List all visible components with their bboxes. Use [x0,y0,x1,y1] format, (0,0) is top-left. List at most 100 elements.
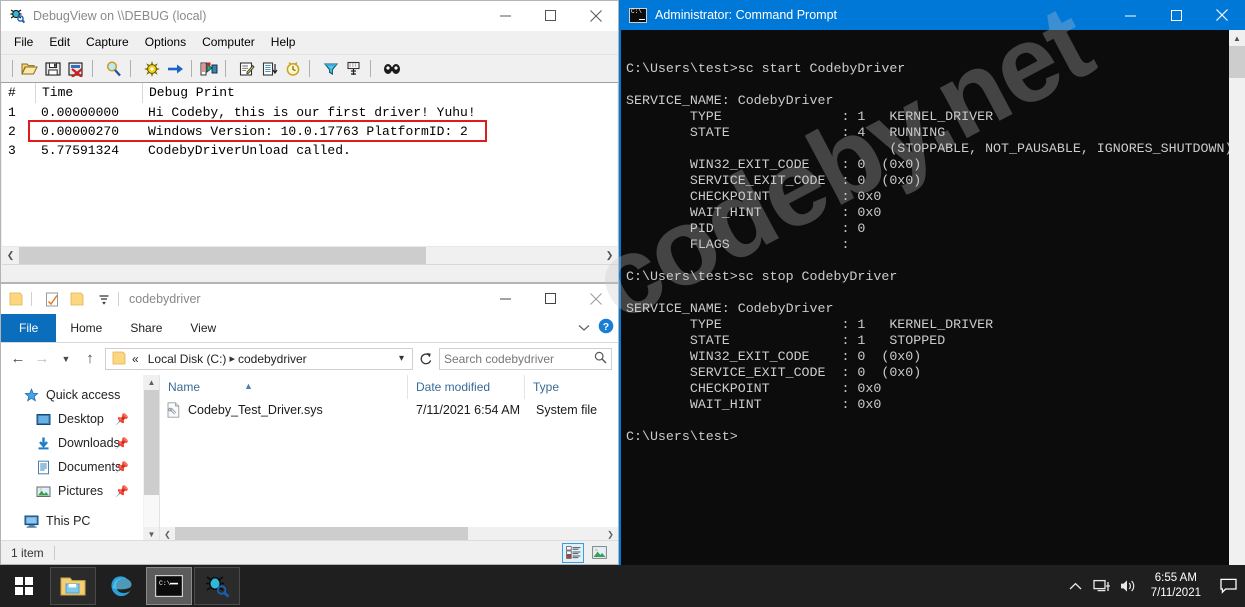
sidebar-item-documents[interactable]: Documents 📌 [1,455,143,479]
menu-edit[interactable]: Edit [41,33,78,51]
maximize-button[interactable] [528,284,573,313]
tab-file[interactable]: File [1,314,57,342]
navigation-pane-scrollbar[interactable]: ▲ ▼ [143,375,159,542]
pin-icon[interactable]: 📌 [115,485,129,498]
file-explorer-window[interactable]: codebydriver File Home Share View ? ← → … [0,283,619,565]
tab-home[interactable]: Home [56,314,116,342]
menu-help[interactable]: Help [263,33,304,51]
debugview-window-buttons[interactable] [483,1,618,30]
minimize-button[interactable] [483,1,528,30]
column-header-date-modified[interactable]: Date modified [407,375,524,399]
large-icons-view-icon[interactable] [588,543,610,563]
command-prompt-window[interactable]: Administrator: Command Prompt C:\Users\t… [619,0,1245,565]
explorer-navigation-pane[interactable]: Quick access Desktop 📌 Downloads 📌 Docum… [1,375,143,542]
breadcrumb-item-folder[interactable]: codebydriver [238,352,307,366]
menu-capture[interactable]: Capture [78,33,137,51]
scrollbar-thumb[interactable] [19,247,426,264]
minimize-button[interactable] [483,284,528,313]
search-icon[interactable] [594,351,607,367]
view-mode-buttons[interactable] [562,542,610,563]
breadcrumb[interactable]: « Local Disk (C:) ▸ codebydriver ▾ [105,347,413,370]
volume-icon[interactable] [1115,565,1141,607]
debugview-row[interactable]: 2 0.00000270 Windows Version: 10.0.17763… [2,122,617,141]
clear-window-icon[interactable] [64,57,87,80]
find-icon[interactable] [102,57,125,80]
scrollbar-track[interactable] [426,247,601,264]
menu-options[interactable]: Options [137,33,194,51]
debugview-window[interactable]: DebugView on \\DEBUG (local) File Edit C… [0,0,619,283]
sidebar-item-quick-access[interactable]: Quick access [1,383,143,407]
pin-icon[interactable]: 📌 [115,413,129,426]
network-icon[interactable] [1089,565,1115,607]
customize-dropdown-icon[interactable] [94,289,114,309]
explorer-window-buttons[interactable] [483,284,618,313]
file-list-column-headers[interactable]: Name ▲ Date modified Type [160,375,618,399]
cmd-console-output[interactable]: C:\Users\test>sc start CodebyDriver SERV… [621,30,1245,565]
save-icon[interactable] [41,57,64,80]
refresh-icon[interactable] [415,348,435,370]
system-tray[interactable]: 6:55 AM 7/11/2021 [1063,565,1245,607]
search-input[interactable]: Search codebydriver [439,347,612,370]
sidebar-item-pictures[interactable]: Pictures 📌 [1,479,143,503]
close-button[interactable] [1199,0,1245,30]
history-depth-icon[interactable] [342,57,365,80]
scroll-right-icon[interactable]: ❯ [601,247,618,264]
column-header-name[interactable]: Name ▲ [160,375,407,399]
sidebar-item-this-pc[interactable]: This PC [1,509,143,533]
open-folder-icon[interactable] [18,57,41,80]
capture-win32-icon[interactable] [140,57,163,80]
debugview-row[interactable]: 1 0.00000000 Hi Codeby, this is our firs… [2,103,617,122]
explorer-titlebar[interactable]: codebydriver [1,284,618,314]
taskbar-clock[interactable]: 6:55 AM 7/11/2021 [1141,565,1211,607]
help-icon[interactable]: ? [598,318,614,339]
debugview-taskbar-icon[interactable] [194,567,240,605]
new-folder-icon[interactable] [68,289,88,309]
sidebar-item-desktop[interactable]: Desktop 📌 [1,407,143,431]
column-header-index[interactable]: # [2,83,35,103]
menu-file[interactable]: File [6,33,41,51]
pin-icon[interactable]: 📌 [115,461,129,474]
cmd-titlebar[interactable]: Administrator: Command Prompt [621,0,1245,30]
tab-share[interactable]: Share [116,314,176,342]
file-name[interactable]: Codeby_Test_Driver.sys [186,403,408,417]
debugview-menubar[interactable]: File Edit Capture Options Computer Help [1,31,618,54]
cmd-scrollbar[interactable]: ▲ [1229,30,1245,565]
log-to-file-icon[interactable] [258,57,281,80]
explorer-file-list[interactable]: Name ▲ Date modified Type Codeby_Test_Dr… [159,375,618,542]
close-button[interactable] [573,1,618,30]
column-header-debug-print[interactable]: Debug Print [142,83,612,103]
capture-kernel-icon[interactable] [163,57,186,80]
breadcrumb-item-drive[interactable]: Local Disk (C:) [148,352,227,366]
debugview-column-headers[interactable]: # Time Debug Print [2,83,617,103]
chevron-down-icon[interactable] [578,319,590,337]
pin-icon[interactable]: 📌 [115,437,129,450]
command-prompt-taskbar-icon[interactable]: C:\ [146,567,192,605]
filter-icon[interactable] [319,57,342,80]
cmd-window-buttons[interactable] [1107,0,1245,30]
highlight-filter-icon[interactable] [235,57,258,80]
close-button[interactable] [573,284,618,313]
maximize-button[interactable] [1153,0,1199,30]
debugview-row[interactable]: 3 5.77591324 CodebyDriverUnload called. [2,141,617,160]
windows-start-icon[interactable] [0,565,48,607]
debugview-toolbar[interactable] [1,54,618,83]
chevron-down-icon[interactable]: ▾ [393,353,410,364]
scrollbar-thumb[interactable] [144,390,159,495]
explorer-ribbon-tabs[interactable]: File Home Share View ? [1,314,618,343]
debugview-log-list[interactable]: # Time Debug Print 1 0.00000000 Hi Codeb… [2,83,617,261]
scroll-up-icon[interactable]: ▲ [1229,30,1245,46]
sidebar-item-downloads[interactable]: Downloads 📌 [1,431,143,455]
properties-icon[interactable] [42,289,62,309]
breadcrumb-prefix[interactable]: « [132,352,139,366]
details-view-icon[interactable] [562,542,584,563]
clock-icon[interactable] [281,57,304,80]
tab-view[interactable]: View [176,314,230,342]
minimize-button[interactable] [1107,0,1153,30]
taskbar[interactable]: C:\ 6:55 AM 7/11/2021 [0,565,1245,607]
column-header-type[interactable]: Type [524,375,614,399]
capture-events-icon[interactable] [197,57,220,80]
forward-arrow-icon[interactable]: → [31,348,53,370]
scroll-left-icon[interactable]: ❮ [2,247,19,264]
recent-locations-icon[interactable]: ▼ [55,348,77,370]
action-center-icon[interactable] [1211,565,1245,607]
